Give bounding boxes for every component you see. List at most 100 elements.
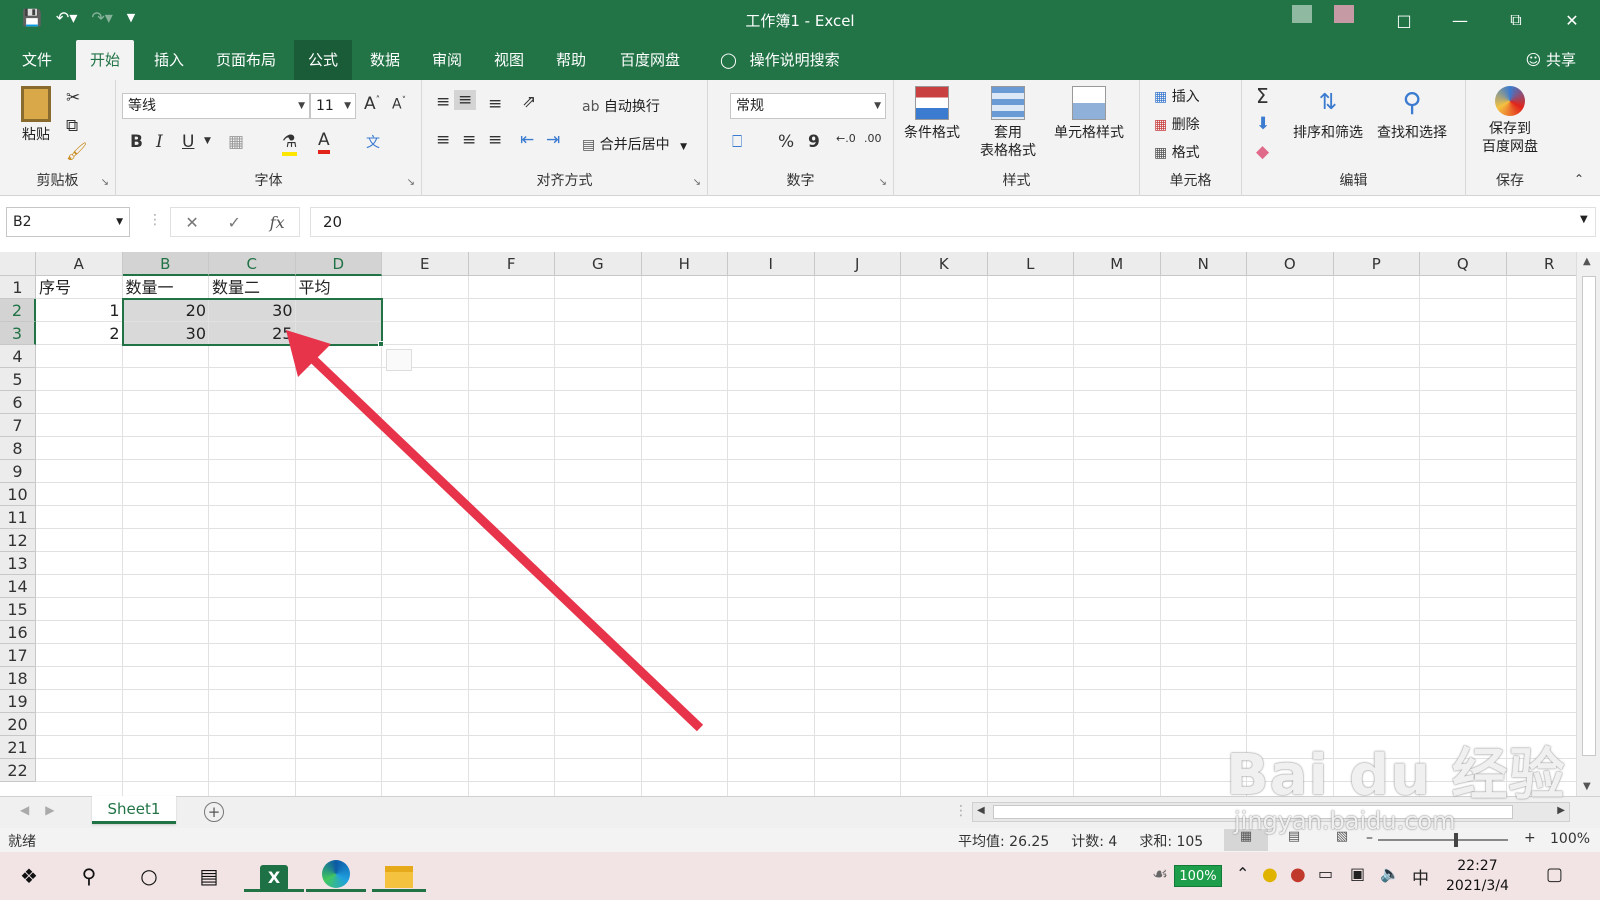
select-all-button[interactable] <box>0 252 36 276</box>
underline-button[interactable]: U <box>182 132 194 152</box>
copy-icon[interactable]: ⧉ <box>66 116 78 136</box>
dialog-launcher-icon[interactable]: ↘ <box>879 177 887 188</box>
edge-taskbar-icon[interactable] <box>306 860 366 892</box>
cell-styles-button[interactable]: 单元格样式 <box>1046 86 1132 142</box>
enter-icon[interactable]: ✓ <box>228 213 241 232</box>
column-header-n[interactable]: N <box>1160 252 1247 276</box>
comma-button[interactable]: 9 <box>808 132 820 152</box>
row-header-11[interactable]: 11 <box>0 506 36 529</box>
row-header-8[interactable]: 8 <box>0 437 36 460</box>
tab-insert[interactable]: 插入 <box>140 40 198 80</box>
account-picture-2[interactable] <box>1334 5 1354 23</box>
bold-button[interactable]: B <box>130 132 143 152</box>
row-header-5[interactable]: 5 <box>0 368 36 391</box>
search-icon[interactable]: ⚲ <box>72 860 106 892</box>
tab-formulas[interactable]: 公式 <box>294 40 353 80</box>
row-header-14[interactable]: 14 <box>0 575 36 598</box>
scroll-up-icon[interactable]: ▲ <box>1583 256 1591 267</box>
expand-formula-icon[interactable]: ▼ <box>1580 214 1588 225</box>
font-color-icon[interactable]: A <box>318 130 330 154</box>
row-header-22[interactable]: 22 <box>0 759 36 782</box>
tab-data[interactable]: 数据 <box>356 40 414 80</box>
align-center-icon[interactable]: ≡ <box>462 130 476 150</box>
share-button[interactable]: ☺ 共享 <box>1526 40 1576 80</box>
row-header-20[interactable]: 20 <box>0 713 36 736</box>
sum-stat[interactable]: 求和: 105 <box>1139 831 1203 851</box>
column-header-f[interactable]: F <box>468 252 555 276</box>
tab-baidu-netdisk[interactable]: 百度网盘 <box>606 40 694 80</box>
name-box[interactable]: B2 ▼ <box>6 207 130 237</box>
volume-icon[interactable]: 🔈 <box>1380 864 1400 883</box>
average-stat[interactable]: 平均值: 26.25 <box>958 831 1049 851</box>
power-icon[interactable]: ▭ <box>1318 864 1333 883</box>
decrease-font-icon[interactable]: A˅ <box>392 96 406 113</box>
merge-center-button[interactable]: ▤ 合并后居中 ▼ <box>582 134 687 154</box>
row-header-18[interactable]: 18 <box>0 667 36 690</box>
fill-color-icon[interactable]: ⚗ <box>282 132 298 156</box>
drag-handle-icon[interactable]: ⋮ <box>148 212 162 228</box>
vertical-scrollbar[interactable]: ▲ ▼ <box>1576 252 1600 796</box>
cell-a1[interactable]: 序号 <box>36 276 123 299</box>
column-header-m[interactable]: M <box>1074 252 1161 276</box>
cortana-icon[interactable]: ○ <box>132 860 166 892</box>
wrap-text-button[interactable]: ab 自动换行 <box>582 96 660 116</box>
network-icon[interactable]: ▣ <box>1350 864 1365 883</box>
row-header-1[interactable]: 1 <box>0 276 36 299</box>
column-header-c[interactable]: C <box>209 252 296 276</box>
count-stat[interactable]: 计数: 4 <box>1071 831 1117 851</box>
orientation-icon[interactable]: ⇗ <box>522 92 536 112</box>
column-header-r[interactable]: R <box>1506 252 1576 276</box>
column-header-d[interactable]: D <box>295 252 382 276</box>
insert-cells-button[interactable]: ▦ 插入 <box>1154 86 1200 106</box>
align-right-icon[interactable]: ≡ <box>488 130 502 150</box>
decrease-indent-icon[interactable]: ⇤ <box>520 130 534 150</box>
increase-decimal-icon[interactable]: ←.0 <box>836 132 856 145</box>
tell-me-search[interactable]: ◯ 操作说明搜索 <box>706 40 854 80</box>
column-header-o[interactable]: O <box>1247 252 1334 276</box>
row-header-19[interactable]: 19 <box>0 690 36 713</box>
column-header-i[interactable]: I <box>728 252 815 276</box>
insert-function-button[interactable]: fx <box>270 213 285 232</box>
quick-analysis-icon[interactable] <box>386 349 412 371</box>
scroll-left-icon[interactable]: ◀ <box>977 805 985 816</box>
collapse-ribbon-icon[interactable]: ⌃ <box>1574 172 1584 186</box>
leaf-icon[interactable]: ☙ <box>1152 864 1168 885</box>
show-hidden-icons-icon[interactable]: ⌃ <box>1236 864 1249 883</box>
row-header-4[interactable]: 4 <box>0 345 36 368</box>
cell-c1[interactable]: 数量二 <box>209 276 296 299</box>
fill-icon[interactable]: ⬇ <box>1256 114 1270 134</box>
formula-input[interactable]: 20 <box>310 207 1596 237</box>
column-header-j[interactable]: J <box>814 252 901 276</box>
close-icon[interactable]: ✕ <box>1544 0 1600 40</box>
ribbon-display-icon[interactable]: □ <box>1376 0 1432 40</box>
tray-app-icon-2[interactable]: ● <box>1290 864 1306 885</box>
battery-indicator[interactable]: 100% <box>1174 865 1222 887</box>
cell-b1[interactable]: 数量一 <box>123 276 210 299</box>
row-header-12[interactable]: 12 <box>0 529 36 552</box>
tab-page-layout[interactable]: 页面布局 <box>202 40 290 80</box>
scroll-thumb[interactable] <box>1582 276 1596 756</box>
dialog-launcher-icon[interactable]: ↘ <box>101 177 109 188</box>
file-explorer-icon[interactable] <box>372 860 426 892</box>
column-header-h[interactable]: H <box>641 252 728 276</box>
save-to-netdisk-button[interactable]: 保存到 百度网盘 <box>1470 86 1550 156</box>
row-header-17[interactable]: 17 <box>0 644 36 667</box>
format-cells-button[interactable]: ▦ 格式 <box>1154 142 1200 162</box>
increase-indent-icon[interactable]: ⇥ <box>546 130 560 150</box>
decrease-decimal-icon[interactable]: .00 <box>864 132 882 145</box>
chevron-down-icon[interactable]: ▼ <box>204 136 211 146</box>
sheet-nav-arrows-icon[interactable]: ◀▶ <box>20 803 70 817</box>
row-header-21[interactable]: 21 <box>0 736 36 759</box>
zoom-slider[interactable] <box>1378 839 1508 841</box>
notification-icon[interactable]: ▢ <box>1546 864 1563 885</box>
clear-icon[interactable]: ◆ <box>1256 142 1269 162</box>
zoom-slider-knob[interactable] <box>1454 833 1458 847</box>
italic-button[interactable]: I <box>156 132 163 152</box>
add-sheet-button[interactable]: + <box>204 802 224 822</box>
row-header-6[interactable]: 6 <box>0 391 36 414</box>
minimize-icon[interactable]: — <box>1432 0 1488 40</box>
conditional-format-button[interactable]: 条件格式 <box>898 86 966 142</box>
windows-start-icon[interactable]: ❖ <box>12 860 46 892</box>
fill-handle[interactable] <box>378 341 384 347</box>
row-header-15[interactable]: 15 <box>0 598 36 621</box>
